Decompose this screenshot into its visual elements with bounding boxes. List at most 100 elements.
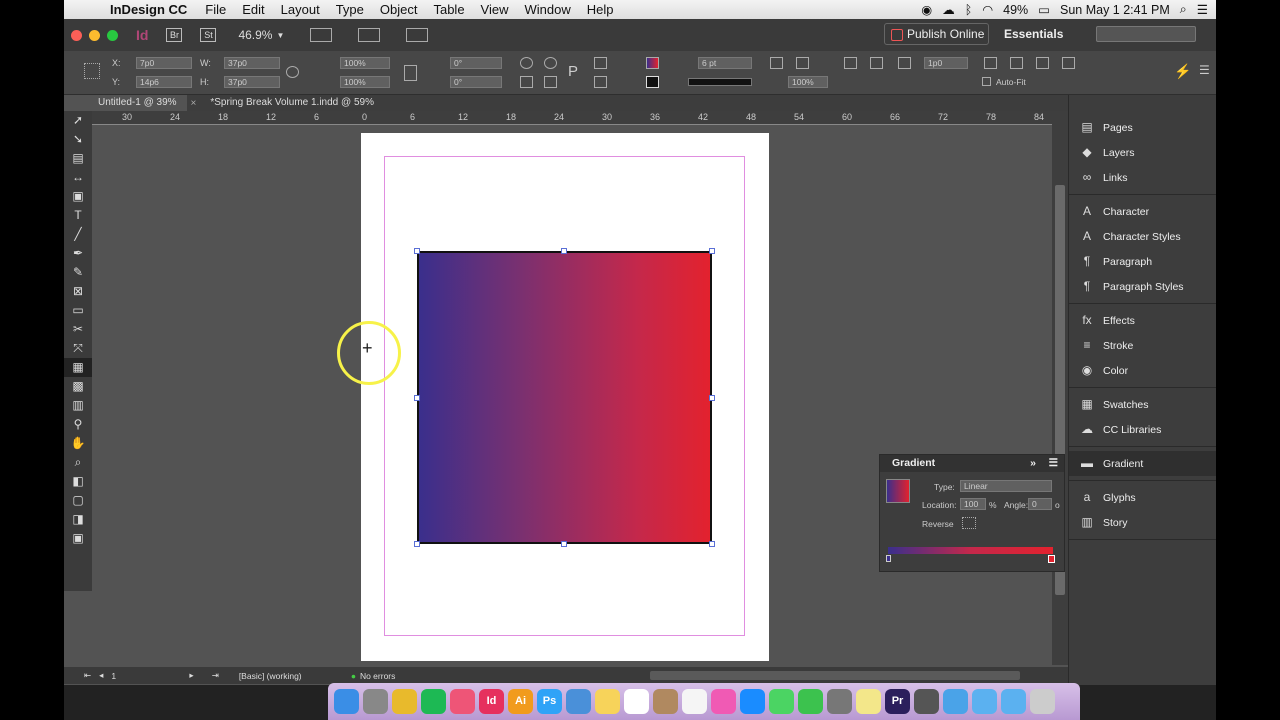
width-field[interactable]: 37p0 [224,57,280,69]
panel-item-effects[interactable]: fx Effects [1069,308,1216,333]
horizontal-scrollbar[interactable] [650,671,1020,680]
dock-system-preferences-icon[interactable] [827,689,852,714]
dock-calendar-icon[interactable] [624,689,649,714]
gradient-ramp[interactable] [888,547,1053,554]
lightning-icon[interactable]: ⚡ [1174,63,1191,80]
text-wrap-2-icon[interactable] [870,57,883,69]
flip-h-icon[interactable] [594,57,607,69]
handle-bottom-left[interactable] [414,541,420,547]
select-container-icon[interactable] [520,76,533,88]
menu-window[interactable]: Window [525,2,571,17]
dock-documents-icon[interactable] [972,689,997,714]
dock-folder-icon[interactable] [943,689,968,714]
stroke-swatch[interactable] [646,76,659,88]
end-color-stop[interactable] [1048,555,1055,563]
panel-item-links[interactable]: ∞ Links [1069,165,1216,190]
panel-menu-icon[interactable]: ☰ [1049,455,1058,472]
app-menu[interactable]: InDesign CC [110,2,187,17]
prev-page-icon[interactable]: ◂ [99,670,103,681]
minimize-window-button[interactable] [89,29,100,41]
notification-center-icon[interactable]: ☰ [1197,2,1208,17]
reverse-gradient-button[interactable] [962,517,976,529]
zoom-tool[interactable]: ⌕ [64,453,92,472]
hand-tool[interactable]: ✋ [64,434,92,453]
dock-photos-icon[interactable] [450,689,475,714]
drop-shadow-icon[interactable] [770,57,783,69]
vertical-scrollbar[interactable] [1052,111,1068,665]
fill-stroke-swatch[interactable]: ◧ [64,472,92,491]
first-page-icon[interactable]: ⇤ [84,670,91,681]
screen-mode-icon[interactable] [358,28,381,42]
center-content-icon[interactable] [1036,57,1049,69]
height-field[interactable]: 37p0 [224,76,280,88]
location-field[interactable]: 100 [960,498,986,510]
type-tool[interactable]: T [64,206,92,225]
dock-downloads-icon[interactable] [1001,689,1026,714]
fill-swatch[interactable] [646,57,659,69]
opacity-field[interactable]: 100% [788,76,828,88]
menu-view[interactable]: View [481,2,509,17]
free-transform-tool[interactable]: ⤧ [64,339,92,358]
close-tab-icon[interactable]: × [191,98,197,109]
panel-item-paragraph[interactable]: ¶ Paragraph [1069,249,1216,274]
text-wrap-icon[interactable] [844,57,857,69]
handle-top-center[interactable] [561,248,567,254]
workspace-switcher[interactable]: Essentials [1004,27,1063,41]
wifi-icon[interactable]: ◠ [982,2,993,17]
menu-type[interactable]: Type [336,2,364,17]
panel-item-glyphs[interactable]: a Glyphs [1069,485,1216,510]
dock-premiere-icon[interactable]: Pr [885,689,910,714]
content-collector-tool[interactable]: ▣ [64,187,92,206]
stroke-weight-field[interactable]: 6 pt [698,57,752,69]
panel-menu-icon[interactable]: ☰ [1199,63,1210,77]
menu-edit[interactable]: Edit [242,2,264,17]
flip-v-icon[interactable] [594,76,607,88]
panel-item-cc-libraries[interactable]: ☁ CC Libraries [1069,417,1216,442]
gradient-panel-header[interactable]: Gradient » ☰ [880,455,1064,472]
dock-contacts-icon[interactable] [653,689,678,714]
angle-field[interactable]: 0 [1028,498,1052,510]
dock-stickies-icon[interactable] [856,689,881,714]
style-field[interactable]: [Basic] (working) [239,671,339,681]
bridge-button[interactable]: Br [166,28,183,42]
shear-field[interactable]: 0° [450,76,502,88]
line-tool[interactable]: ╱ [64,225,92,244]
panel-item-story[interactable]: ▥ Story [1069,510,1216,535]
panel-item-swatches[interactable]: ▦ Swatches [1069,392,1216,417]
menu-help[interactable]: Help [587,2,614,17]
rectangle-frame-tool[interactable]: ⊠ [64,282,92,301]
battery-percent[interactable]: 49% [1003,3,1028,17]
gradient-swatch-tool[interactable]: ▦ [64,358,92,377]
panel-item-layers[interactable]: ◆ Layers [1069,140,1216,165]
dock-preview-icon[interactable] [566,689,591,714]
stroke-type-dropdown[interactable] [688,78,752,86]
publish-online-button[interactable]: Publish Online [884,23,989,45]
effects-icon[interactable] [796,57,809,69]
start-color-stop[interactable] [886,555,891,562]
rotate-cw-icon[interactable] [544,57,557,69]
panel-item-stroke[interactable]: ≡ Stroke [1069,333,1216,358]
handle-bottom-center[interactable] [561,541,567,547]
formatting-affects-icon[interactable]: ▢ [64,491,92,510]
preflight-status[interactable]: No errors [360,671,395,681]
handle-middle-left[interactable] [414,395,420,401]
menu-object[interactable]: Object [380,2,418,17]
handle-bottom-right[interactable] [709,541,715,547]
frame-value-field[interactable]: 1p0 [924,57,968,69]
collapse-panel-icon[interactable]: » [1030,455,1036,472]
bluetooth-icon[interactable]: ᛒ [965,3,973,17]
dock-illustrator-icon[interactable]: Ai [508,689,533,714]
eyedropper-tool[interactable]: ⚲ [64,415,92,434]
gradient-feather-tool[interactable]: ▩ [64,377,92,396]
panel-item-color[interactable]: ◉ Color [1069,358,1216,383]
scale-y-field[interactable]: 100% [340,76,390,88]
rotate-field[interactable]: 0° [450,57,502,69]
battery-icon[interactable]: ▭ [1038,2,1050,17]
handle-top-right[interactable] [709,248,715,254]
dock-notes-icon[interactable] [595,689,620,714]
auto-fit-checkbox[interactable] [982,77,991,86]
direct-selection-tool[interactable]: ➘ [64,130,92,149]
fit-frame-icon[interactable] [1010,57,1023,69]
gradient-type-dropdown[interactable]: Linear [960,480,1052,492]
dock-app-store-icon[interactable] [740,689,765,714]
